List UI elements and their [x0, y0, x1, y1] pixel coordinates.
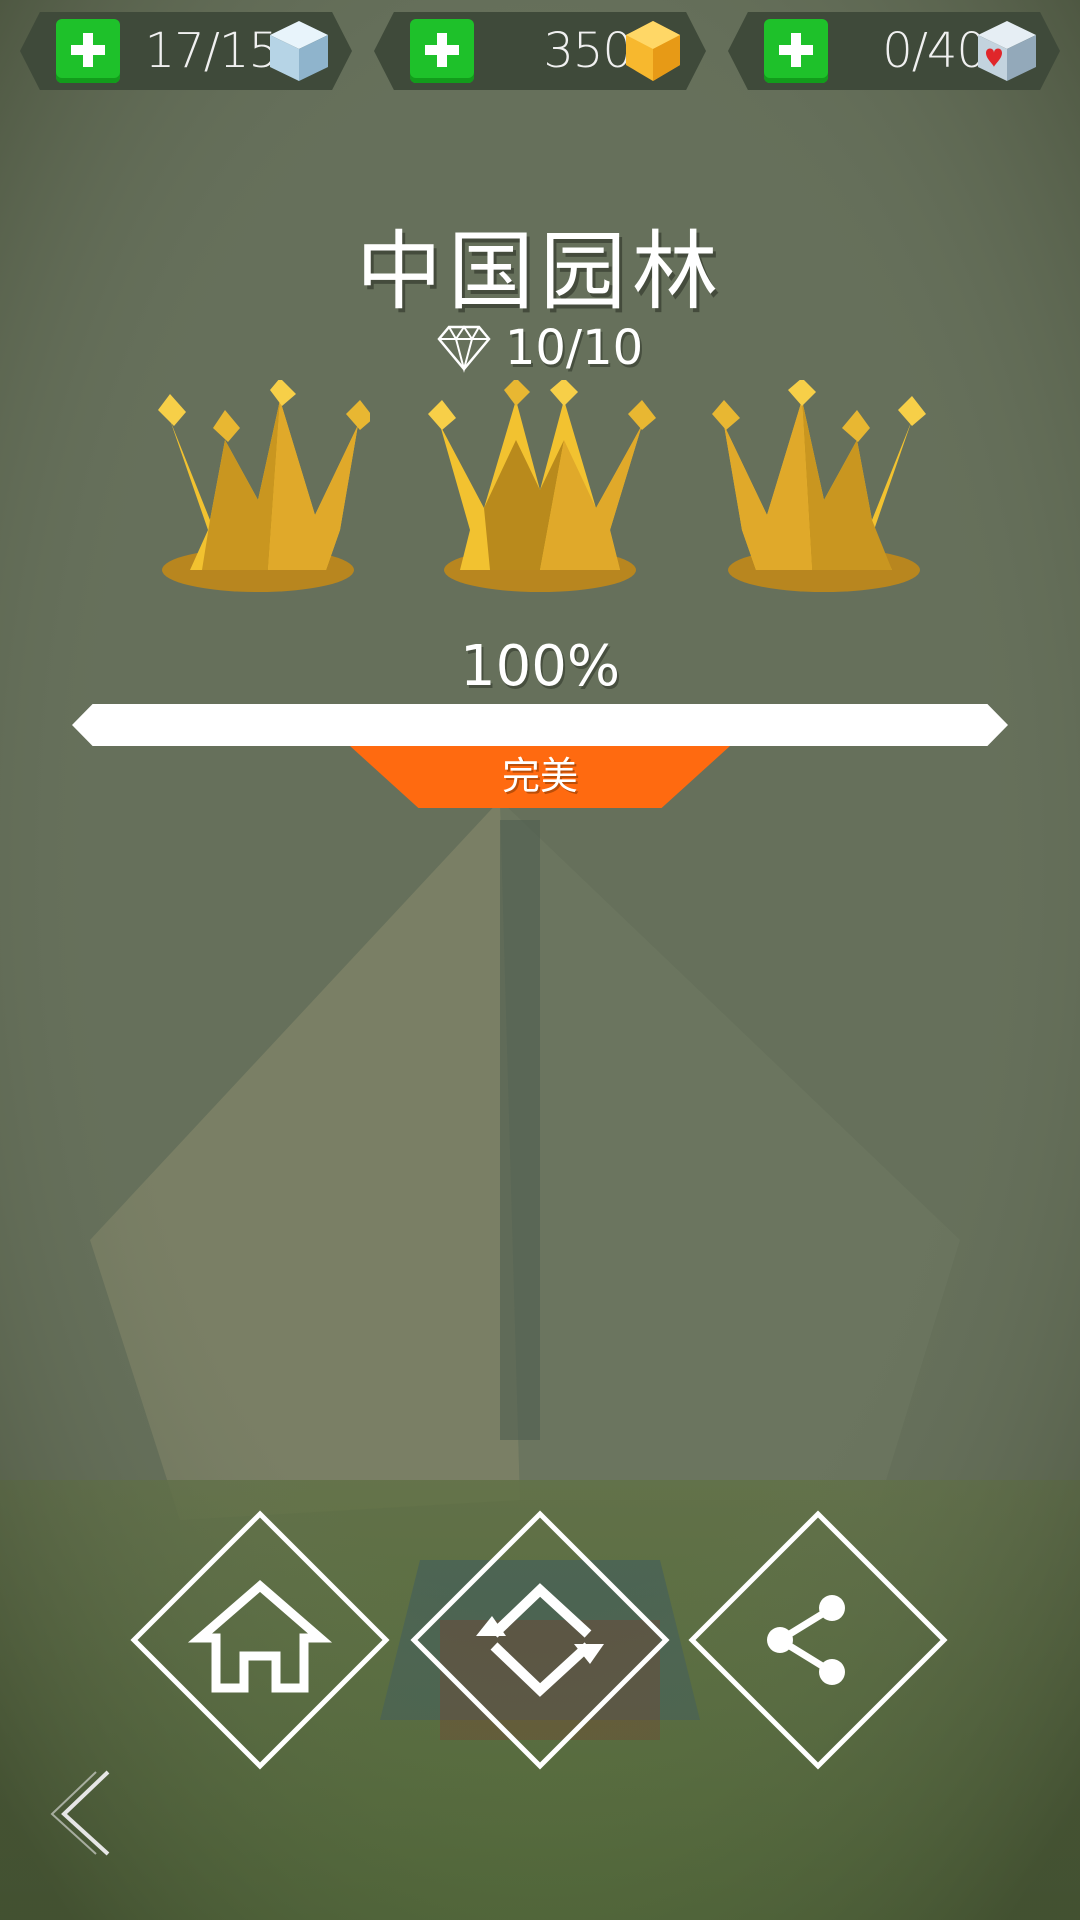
add-energy-button[interactable]: [56, 19, 120, 83]
gem-progress: 10/10: [0, 318, 1080, 378]
add-coins-button[interactable]: [410, 19, 474, 83]
home-button[interactable]: [130, 1510, 390, 1770]
coin-value: 350: [543, 23, 633, 79]
heart-counter: 0/40: [728, 12, 1060, 90]
ice-cube-icon: [270, 21, 328, 81]
crown-icon: [158, 380, 370, 592]
share-button[interactable]: [688, 1510, 948, 1770]
energy-value: 17/15: [144, 23, 279, 79]
resource-bar: 17/15 350 0/40: [0, 12, 1080, 90]
crown-rating: [0, 380, 1080, 610]
completion-progress-bar: [72, 704, 1008, 746]
replay-button[interactable]: [410, 1510, 670, 1770]
completion-percent: 100%: [459, 634, 621, 699]
share-icon: [767, 1595, 845, 1685]
replay-icon: [476, 1583, 604, 1697]
coin-counter: 350: [374, 12, 706, 90]
gold-gem-icon: [626, 21, 680, 81]
back-chevron-icon[interactable]: [48, 1766, 124, 1858]
crown-icon: [712, 380, 926, 592]
heart-cube-icon: [978, 21, 1036, 81]
progress-fill: [72, 704, 1008, 746]
home-icon: [187, 1580, 333, 1693]
level-title: 中国园林: [356, 222, 724, 322]
heart-value: 0/40: [882, 23, 987, 79]
energy-counter: 17/15: [20, 12, 352, 90]
gem-count: 10/10: [504, 320, 644, 376]
diamond-icon: [437, 325, 491, 373]
add-hearts-button[interactable]: [764, 19, 828, 83]
crown-icon: [428, 380, 656, 592]
